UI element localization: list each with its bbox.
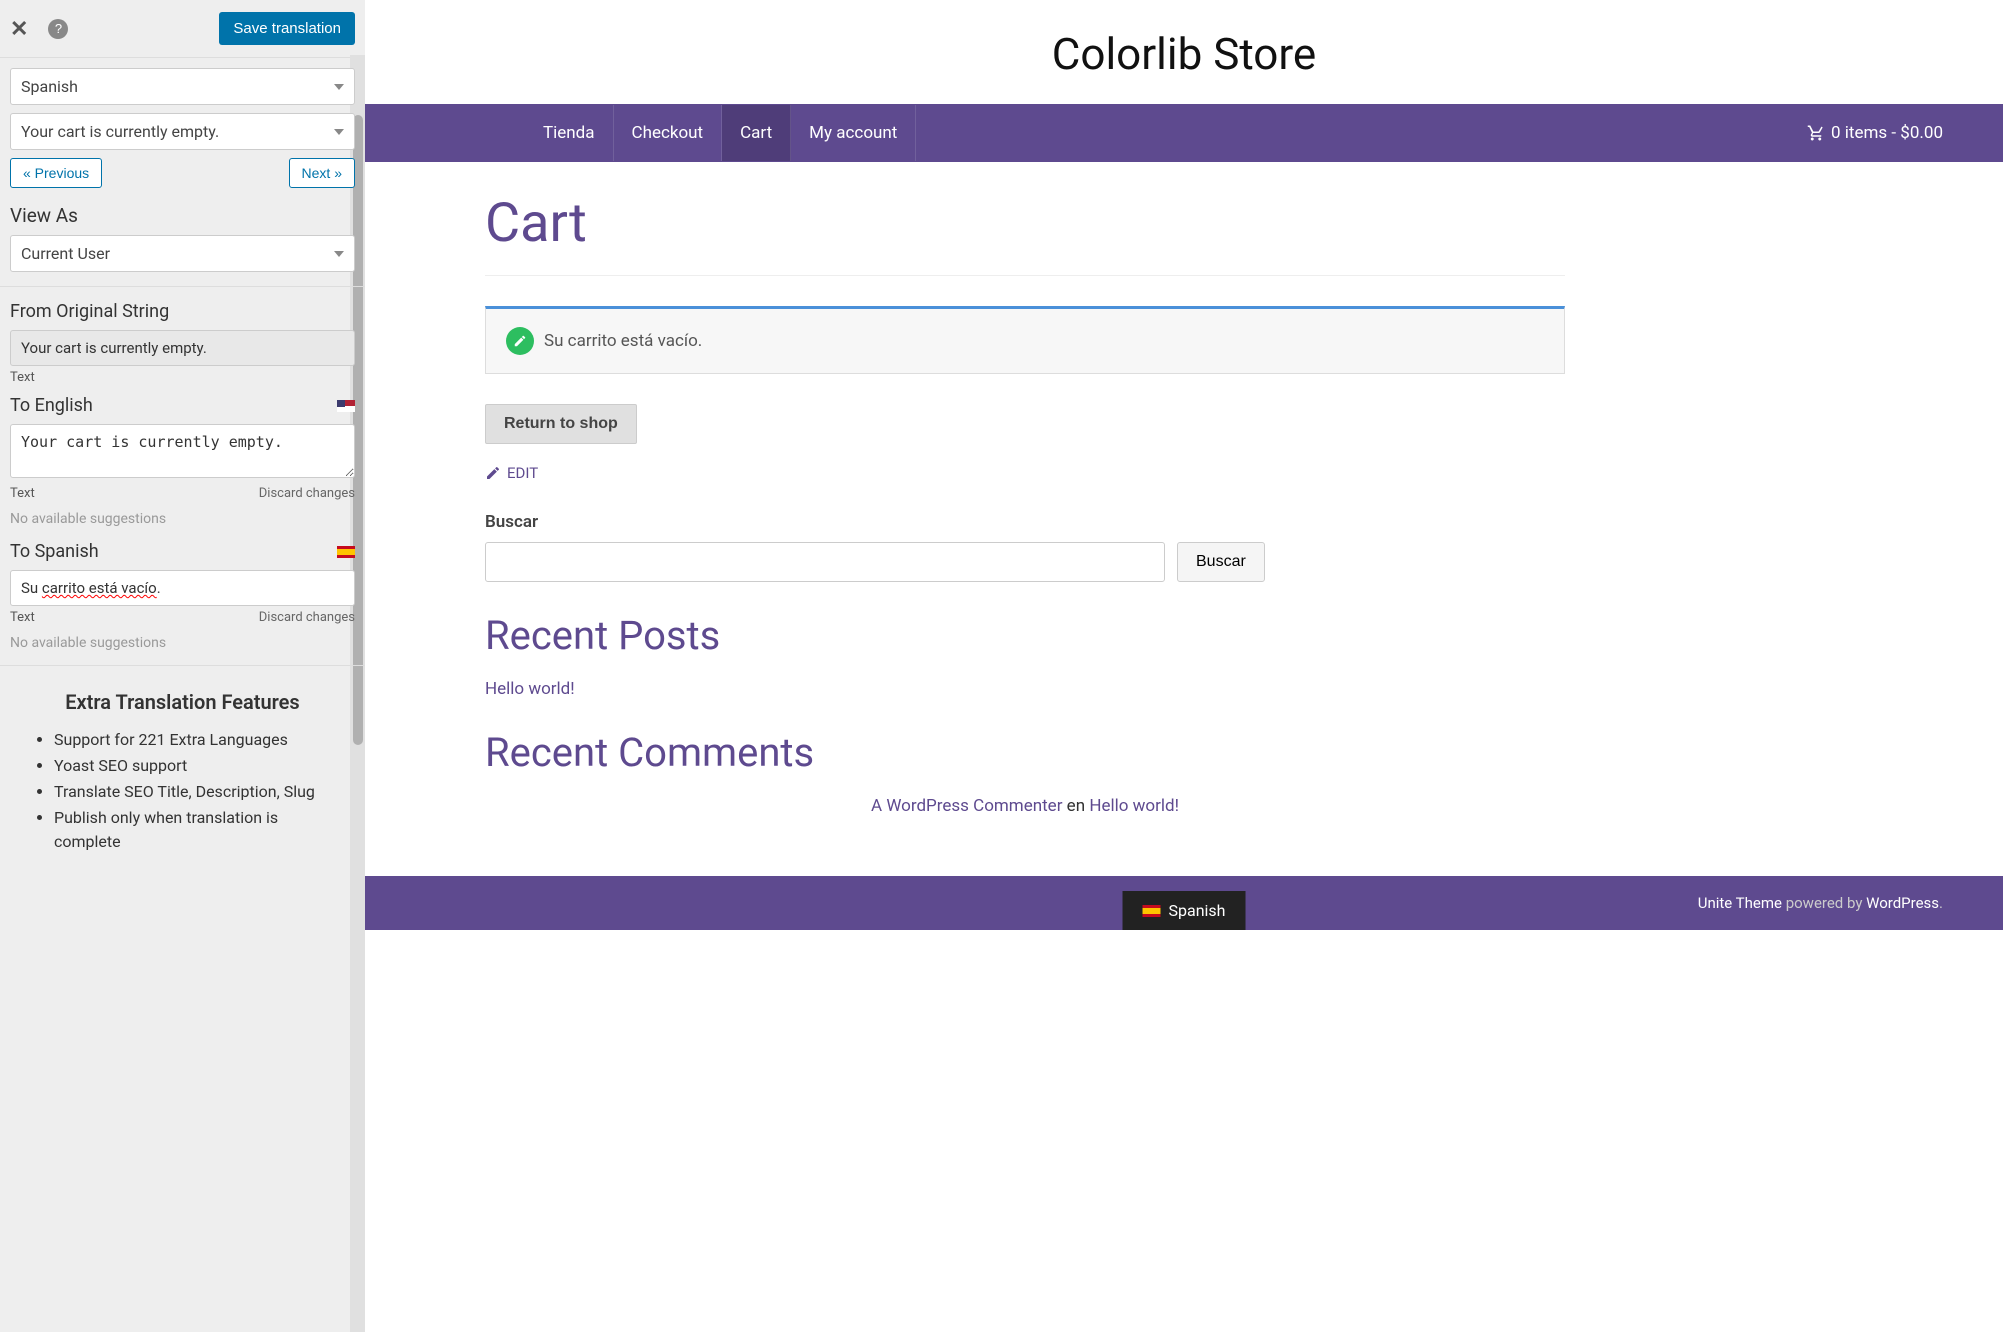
nav-item-cart[interactable]: Cart xyxy=(722,105,791,161)
to-spanish-label-text: To Spanish xyxy=(10,541,99,562)
string-select-value: Your cart is currently empty. xyxy=(21,122,219,141)
cart-summary-link[interactable]: 0 items - $0.00 xyxy=(1807,123,1943,143)
search-input[interactable] xyxy=(485,542,1165,582)
main-nav: Tienda Checkout Cart My account 0 items … xyxy=(365,104,2003,162)
feature-item: Publish only when translation is complet… xyxy=(54,806,335,854)
site-header: Colorlib Store xyxy=(365,0,2003,104)
to-spanish-textarea[interactable]: Su carrito está vacío. xyxy=(10,570,355,606)
footer-platform-link[interactable]: WordPress xyxy=(1866,894,1939,912)
close-button[interactable]: ✕ xyxy=(10,16,28,42)
to-english-textarea[interactable] xyxy=(10,424,355,478)
cart-icon xyxy=(1807,124,1825,142)
footer-powered-text: powered by xyxy=(1782,894,1866,912)
edit-translation-badge[interactable] xyxy=(506,327,534,355)
search-label: Buscar xyxy=(485,512,1565,532)
site-footer: Unite Theme powered by WordPress. Spanis… xyxy=(365,876,2003,930)
to-english-label: To English xyxy=(10,395,355,416)
language-switcher-label: Spanish xyxy=(1169,901,1226,920)
search-button[interactable]: Buscar xyxy=(1177,542,1265,582)
nav-menu: Tienda Checkout Cart My account xyxy=(525,105,916,161)
string-nav-row: « Previous Next » xyxy=(10,158,355,188)
feature-item: Translate SEO Title, Description, Slug xyxy=(54,780,335,804)
extra-features-section: Extra Translation Features Support for 2… xyxy=(10,680,355,866)
from-original-label: From Original String xyxy=(10,301,355,322)
cart-empty-text: Su carrito está vacío. xyxy=(544,331,702,351)
nav-item-checkout[interactable]: Checkout xyxy=(614,105,723,161)
site-title[interactable]: Colorlib Store xyxy=(365,28,2003,80)
text-type-label: Text xyxy=(10,370,35,385)
caret-down-icon xyxy=(334,84,344,90)
title-divider xyxy=(485,275,1565,276)
page-content: Cart Su carrito está vacío. Return to sh… xyxy=(365,162,1625,876)
previous-string-button[interactable]: « Previous xyxy=(10,158,102,188)
translation-sidebar: ✕ ? Save translation Spanish Your cart i… xyxy=(0,0,365,1332)
edit-icon xyxy=(485,465,501,481)
view-as-value: Current User xyxy=(21,244,110,263)
features-list: Support for 221 Extra Languages Yoast SE… xyxy=(30,728,335,854)
nav-item-tienda[interactable]: Tienda xyxy=(525,105,614,161)
feature-item: Yoast SEO support xyxy=(54,754,335,778)
recent-comment-line: A WordPress Commenter en Hello world! xyxy=(485,796,1565,816)
save-translation-button[interactable]: Save translation xyxy=(219,12,355,45)
recent-comments-title: Recent Comments xyxy=(485,729,1565,776)
help-button[interactable]: ? xyxy=(48,19,68,39)
language-select[interactable]: Spanish xyxy=(10,68,355,105)
from-original-textarea: Your cart is currently empty. xyxy=(10,330,355,366)
nav-item-myaccount[interactable]: My account xyxy=(791,105,916,161)
divider xyxy=(0,665,365,666)
page-title: Cart xyxy=(485,192,1565,255)
next-string-button[interactable]: Next » xyxy=(289,158,355,188)
recent-post-link[interactable]: Hello world! xyxy=(485,679,1565,699)
us-flag-icon xyxy=(337,400,355,412)
feature-item: Support for 221 Extra Languages xyxy=(54,728,335,752)
return-to-shop-button[interactable]: Return to shop xyxy=(485,404,637,444)
recent-posts-title: Recent Posts xyxy=(485,612,1565,659)
footer-theme-link[interactable]: Unite Theme xyxy=(1698,894,1782,912)
view-as-label: View As xyxy=(10,204,355,227)
comment-on-text: en xyxy=(1062,796,1089,816)
pencil-icon xyxy=(513,334,527,348)
to-spanish-label: To Spanish xyxy=(10,541,355,562)
caret-down-icon xyxy=(334,129,344,135)
comment-post-link[interactable]: Hello world! xyxy=(1089,796,1179,816)
features-title: Extra Translation Features xyxy=(30,690,335,714)
no-suggestions-english: No available suggestions xyxy=(10,511,355,527)
search-row: Buscar xyxy=(485,542,1565,582)
view-as-select[interactable]: Current User xyxy=(10,235,355,272)
caret-down-icon xyxy=(334,251,344,257)
cart-empty-notice: Su carrito está vacío. xyxy=(485,306,1565,374)
es-flag-icon xyxy=(1143,905,1161,917)
language-switcher[interactable]: Spanish xyxy=(1123,891,1246,930)
divider xyxy=(0,286,365,287)
text-type-label: Text xyxy=(10,610,35,625)
sidebar-header: ✕ ? Save translation xyxy=(0,0,365,58)
discard-spanish-link[interactable]: Discard changes xyxy=(259,610,355,625)
comment-author-link[interactable]: A WordPress Commenter xyxy=(871,796,1062,816)
language-select-value: Spanish xyxy=(21,77,78,96)
site-preview: Colorlib Store Tienda Checkout Cart My a… xyxy=(365,0,2003,1332)
sidebar-body: Spanish Your cart is currently empty. « … xyxy=(0,58,365,1332)
cart-summary-text: 0 items - $0.00 xyxy=(1831,123,1943,143)
edit-link-text: EDIT xyxy=(507,464,538,482)
discard-english-link[interactable]: Discard changes xyxy=(259,486,355,501)
string-select[interactable]: Your cart is currently empty. xyxy=(10,113,355,150)
text-type-label: Text xyxy=(10,486,35,501)
to-english-label-text: To English xyxy=(10,395,93,416)
no-suggestions-spanish: No available suggestions xyxy=(10,635,355,651)
es-flag-icon xyxy=(337,546,355,558)
from-original-label-text: From Original String xyxy=(10,301,169,322)
edit-page-link[interactable]: EDIT xyxy=(485,464,1565,482)
